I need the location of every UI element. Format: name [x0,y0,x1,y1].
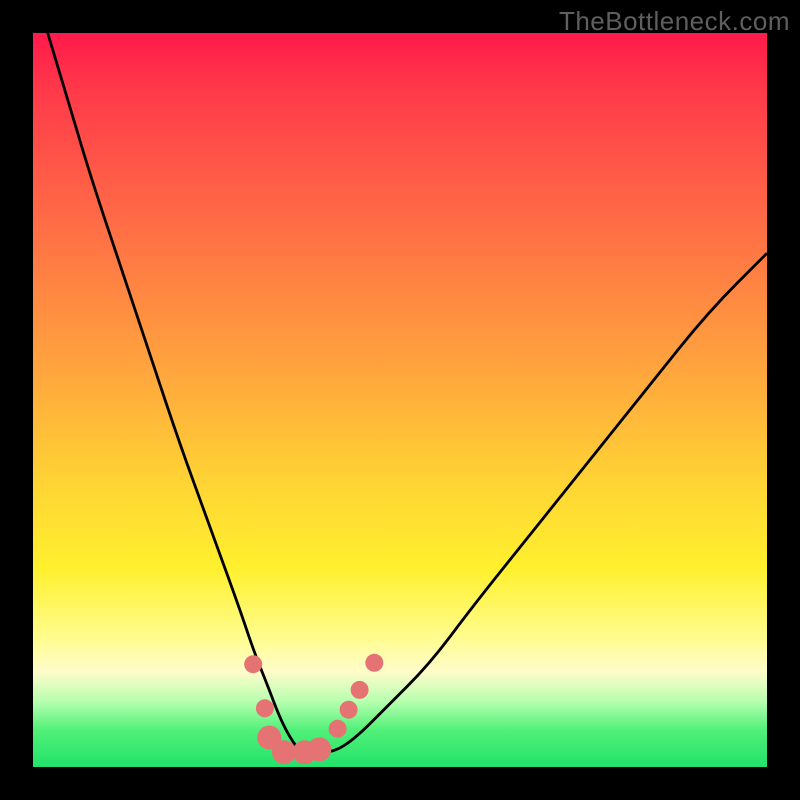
plot-area [33,33,767,767]
watermark-text: TheBottleneck.com [559,6,790,37]
chart-frame: TheBottleneck.com [0,0,800,800]
